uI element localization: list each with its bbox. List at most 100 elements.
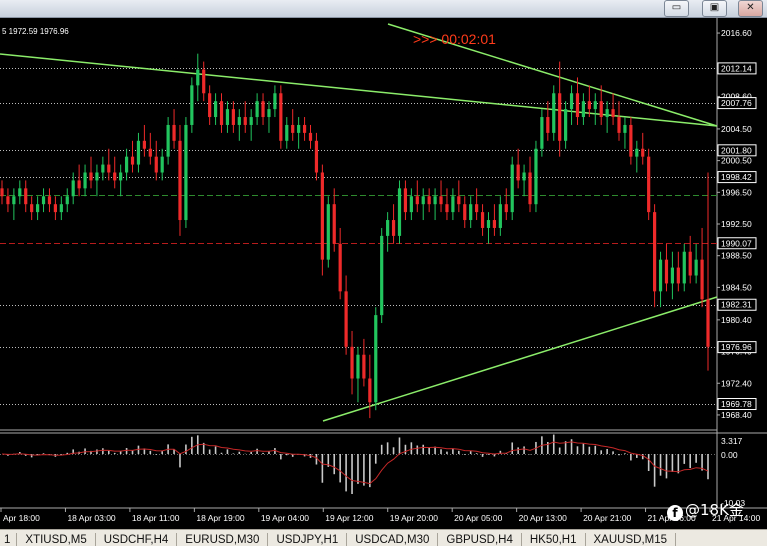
candle-body-98 — [581, 101, 586, 118]
candle-body-89 — [528, 172, 532, 205]
candle-body-12 — [71, 180, 75, 197]
candle-body-2 — [12, 196, 16, 205]
candle-body-114 — [676, 267, 680, 284]
candle-body-64 — [380, 235, 384, 316]
restore-button[interactable]: ▣ — [702, 0, 727, 17]
time-tick-label-7: 20 Apr 05:00 — [454, 513, 502, 523]
candle-body-27 — [160, 156, 164, 173]
indicator-tick-1: 0.00 — [721, 450, 738, 460]
time-tick-label-9: 20 Apr 21:00 — [583, 513, 631, 523]
candle-body-8 — [47, 196, 52, 205]
level-marker-label-2: 2001.80 — [721, 145, 752, 155]
candle-body-21 — [124, 156, 129, 173]
candle-body-63 — [374, 315, 378, 403]
time-tick-label-6: 19 Apr 20:00 — [390, 513, 438, 523]
candle-body-32 — [190, 85, 194, 125]
tab-xtiusd-m5[interactable]: XTIUSD,M5 — [17, 533, 96, 546]
tab-xauusd-m15[interactable]: XAUUSD,M15 — [586, 533, 677, 546]
candle-body-1 — [6, 196, 10, 205]
level-marker-label-0: 2012.14 — [721, 63, 752, 73]
watermark: f @18K金 — [667, 499, 744, 521]
candle-body-34 — [202, 69, 206, 94]
price-tick-label-7: 1988.50 — [721, 251, 752, 261]
level-marker-label-6: 1976.96 — [721, 342, 752, 352]
price-tick-label-4: 2000.50 — [721, 156, 752, 166]
candle-body-61 — [362, 354, 366, 379]
candle-body-29 — [172, 124, 176, 141]
candle-body-92 — [546, 117, 550, 133]
price-tick-label-11: 1972.40 — [721, 378, 752, 388]
candle-body-101 — [599, 101, 603, 118]
candle-body-78 — [463, 204, 467, 221]
candle-body-10 — [59, 204, 63, 213]
price-tick-label-6: 1992.50 — [721, 219, 752, 229]
candle-body-55 — [326, 204, 330, 260]
tab-usdjpy-h1[interactable]: USDJPY,H1 — [268, 533, 348, 546]
candle-body-7 — [41, 196, 46, 205]
candle-body-58 — [344, 291, 348, 347]
candle-body-20 — [119, 172, 123, 181]
candle-body-72 — [427, 196, 431, 205]
candle-body-35 — [208, 93, 212, 118]
candle-body-48 — [285, 124, 289, 141]
candle-body-33 — [196, 69, 200, 86]
candle-body-47 — [279, 93, 283, 141]
candle-body-69 — [409, 196, 413, 213]
candle-body-67 — [397, 188, 402, 236]
candle-body-83 — [492, 220, 497, 228]
candle-body-5 — [30, 204, 34, 213]
tab-usdcad-m30[interactable]: USDCAD,M30 — [347, 533, 439, 546]
candle-body-50 — [297, 124, 301, 133]
minimize-button[interactable]: ▭ — [664, 0, 689, 17]
candle-body-25 — [148, 148, 152, 157]
tab-usdchf-h4[interactable]: USDCHF,H4 — [96, 533, 178, 546]
chart-background — [0, 18, 767, 529]
level-marker-label-1: 2007.76 — [721, 98, 752, 108]
candle-body-31 — [184, 124, 188, 221]
tab-hk50-h1[interactable]: HK50,H1 — [522, 533, 586, 546]
indicator-tick-0: 3.317 — [721, 436, 743, 446]
candle-body-28 — [166, 124, 170, 157]
candle-body-86 — [510, 164, 514, 213]
candle-body-23 — [136, 140, 141, 165]
candle-body-17 — [101, 164, 105, 173]
candle-body-116 — [688, 251, 692, 276]
candle-body-87 — [516, 164, 520, 181]
candle-body-91 — [540, 117, 544, 149]
candle-body-88 — [522, 172, 526, 181]
time-tick-label-2: 18 Apr 11:00 — [132, 513, 180, 523]
price-tick-label-5: 1996.50 — [721, 187, 752, 197]
candle-body-4 — [24, 188, 28, 205]
candle-body-104 — [617, 117, 621, 133]
close-button[interactable]: ✕ — [738, 0, 763, 17]
tab-gbpusd-h4[interactable]: GBPUSD,H4 — [438, 533, 522, 546]
candle-body-59 — [350, 346, 354, 379]
tab-eurusd-m30[interactable]: EURUSD,M30 — [177, 533, 269, 546]
candle-body-96 — [569, 93, 574, 110]
candle-body-68 — [403, 188, 408, 213]
chart-area[interactable]: 2016.60 2008.60 2004.50 2000.50 1996.50 1992.… — [0, 18, 767, 529]
candle-body-66 — [391, 220, 396, 236]
candle-body-90 — [534, 148, 538, 205]
candle-body-65 — [386, 220, 390, 236]
candle-body-110 — [653, 212, 657, 292]
price-chart[interactable]: 2016.602008.602004.502000.501996.501992.… — [0, 18, 767, 529]
candle-body-84 — [498, 204, 502, 228]
candle-body-81 — [480, 212, 485, 228]
level-marker-label-7: 1969.78 — [721, 399, 752, 409]
candle-body-70 — [415, 196, 419, 205]
tab-prev[interactable]: 1 — [0, 533, 18, 546]
candle-body-99 — [587, 101, 591, 110]
candle-body-38 — [225, 109, 230, 125]
candle-body-82 — [486, 220, 491, 228]
candle-body-108 — [641, 148, 645, 157]
candle-body-3 — [18, 188, 22, 197]
candle-body-100 — [593, 101, 597, 110]
candle-body-97 — [575, 93, 580, 118]
candle-body-22 — [130, 156, 135, 165]
candle-body-52 — [308, 132, 313, 141]
time-tick-label-3: 18 Apr 19:00 — [196, 513, 244, 523]
candle-body-62 — [368, 378, 372, 403]
candle-body-117 — [694, 259, 698, 276]
level-marker-label-4: 1990.07 — [721, 238, 752, 248]
